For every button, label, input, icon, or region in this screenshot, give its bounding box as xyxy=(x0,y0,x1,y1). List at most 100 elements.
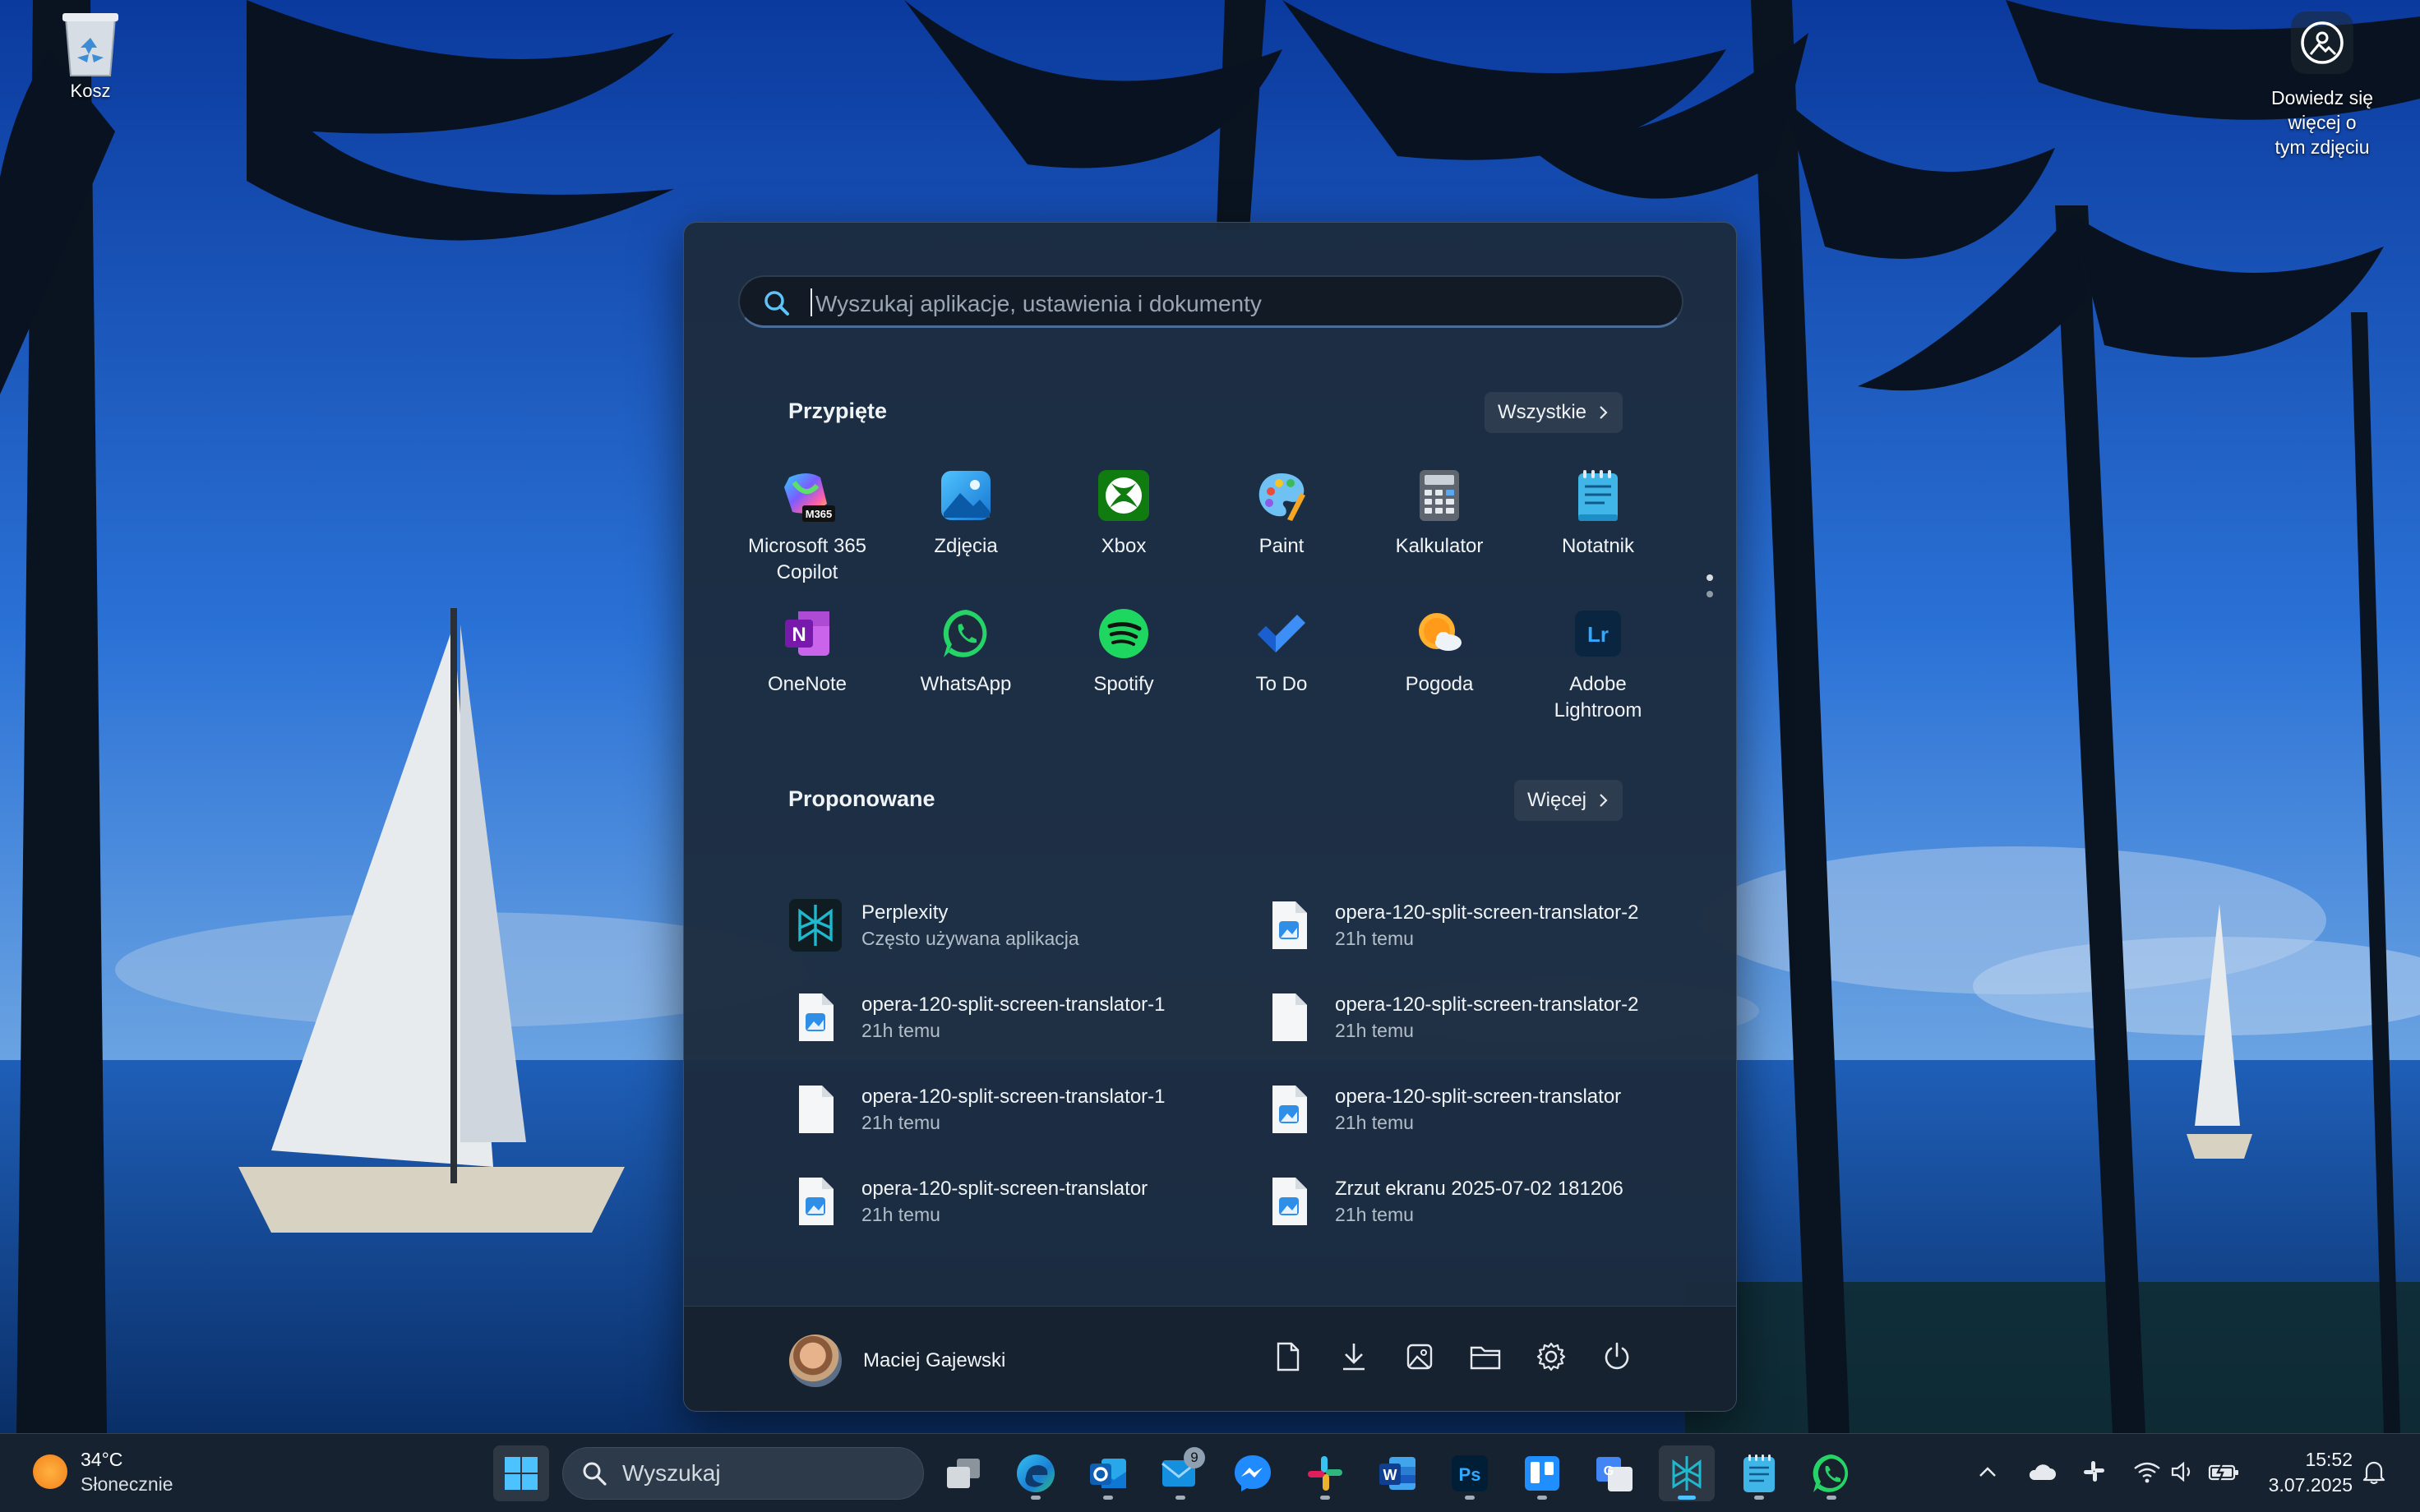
recommended-item[interactable]: opera-120-split-screen-translator-2 21h … xyxy=(1261,980,1721,1054)
app-onenote[interactable]: N OneNote xyxy=(733,604,881,698)
show-hidden-icons-chevron-up-icon[interactable] xyxy=(1970,1454,2006,1490)
taskbar-perplexity[interactable] xyxy=(1659,1445,1715,1501)
slack-icon xyxy=(1308,1456,1342,1491)
user-account-button[interactable]: Maciej Gajewski xyxy=(789,1335,1005,1387)
taskbar-edge[interactable] xyxy=(1008,1445,1064,1501)
blank-file-icon xyxy=(1261,989,1317,1045)
photos-icon xyxy=(936,466,995,525)
item-title: opera-120-split-screen-translator-2 xyxy=(1335,901,1639,924)
item-subtitle: 21h temu xyxy=(1335,1204,1414,1225)
svg-text:G: G xyxy=(1604,1464,1614,1478)
item-subtitle: 21h temu xyxy=(861,1112,940,1133)
photoshop-icon: Ps xyxy=(1452,1455,1488,1491)
whatsapp-icon xyxy=(1813,1454,1849,1492)
recycle-bin[interactable]: Kosz xyxy=(59,10,122,102)
text-caret xyxy=(811,288,812,316)
taskbar-photoshop[interactable]: Ps xyxy=(1442,1445,1498,1501)
taskbar-notepad[interactable] xyxy=(1731,1445,1787,1501)
app-label: WhatsApp xyxy=(920,673,1012,695)
app-lightroom[interactable]: Lr Adobe Lightroom xyxy=(1524,604,1672,724)
power-icon[interactable] xyxy=(1598,1338,1636,1376)
item-title: opera-120-split-screen-translator-1 xyxy=(861,993,1166,1016)
recommended-item[interactable]: opera-120-split-screen-translator 21h te… xyxy=(1261,1072,1721,1146)
taskbar-translator[interactable]: G xyxy=(1586,1445,1642,1501)
item-subtitle: Często używana aplikacja xyxy=(861,928,1079,949)
app-label-line2: Copilot xyxy=(776,561,838,583)
chevron-right-icon xyxy=(1600,406,1608,419)
app-notepad[interactable]: Notatnik xyxy=(1524,466,1672,560)
taskbar-messenger[interactable] xyxy=(1225,1445,1281,1501)
app-spotify[interactable]: Spotify xyxy=(1050,604,1198,698)
onedrive-cloud-icon[interactable] xyxy=(2024,1454,2060,1490)
taskbar-whatsapp[interactable] xyxy=(1803,1445,1859,1501)
svg-text:N: N xyxy=(792,624,806,646)
svg-text:Ps: Ps xyxy=(1459,1464,1481,1485)
app-label: Microsoft 365 xyxy=(747,535,867,557)
pictures-icon[interactable] xyxy=(1401,1338,1439,1376)
onenote-icon: N xyxy=(778,604,837,663)
clock[interactable]: 15:52 3.07.2025 xyxy=(2262,1447,2353,1498)
notification-bell-icon[interactable] xyxy=(2356,1454,2392,1490)
translate-icon: G xyxy=(1596,1457,1633,1491)
app-label: Spotify xyxy=(1093,673,1154,695)
app-whatsapp[interactable]: WhatsApp xyxy=(892,604,1040,698)
item-title: Perplexity xyxy=(861,901,949,924)
task-view-button[interactable] xyxy=(935,1445,991,1501)
app-microsoft-365-copilot[interactable]: M365 Microsoft 365 Copilot xyxy=(733,466,881,586)
page-dots[interactable] xyxy=(1706,574,1713,607)
recommended-item[interactable]: opera-120-split-screen-translator-2 21h … xyxy=(1261,888,1721,962)
volume-speaker-icon[interactable] xyxy=(2165,1454,2201,1490)
avatar xyxy=(789,1335,842,1387)
app-photos[interactable]: Zdjęcia xyxy=(892,466,1040,560)
photo-info-line1: Dowiedz się więcej o xyxy=(2271,87,2373,133)
recommended-item[interactable]: Perplexity Często używana aplikacja xyxy=(787,888,1248,962)
item-subtitle: 21h temu xyxy=(1335,1020,1414,1041)
recycle-bin-icon xyxy=(59,10,122,76)
search-placeholder: Wyszukaj aplikacje, ustawienia i dokumen… xyxy=(815,291,1262,316)
taskbar-search[interactable]: Wyszukaj xyxy=(562,1447,924,1500)
start-search-input[interactable]: Wyszukaj aplikacje, ustawienia i dokumen… xyxy=(738,275,1683,328)
taskbar: 34°C Słonecznie Wyszukaj 9 W Ps G 15:52 … xyxy=(0,1433,2420,1512)
recommended-item[interactable]: opera-120-split-screen-translator-1 21h … xyxy=(787,980,1248,1054)
recommended-title: Proponowane xyxy=(788,786,935,811)
learn-about-photo[interactable]: Dowiedz się więcej o tym zdjęciu xyxy=(2244,12,2400,159)
settings-gear-icon[interactable] xyxy=(1532,1338,1570,1376)
wifi-icon[interactable] xyxy=(2129,1454,2165,1490)
svg-text:Lr: Lr xyxy=(1587,622,1609,647)
taskbar-trello[interactable] xyxy=(1514,1445,1570,1501)
taskbar-mail[interactable]: 9 xyxy=(1152,1445,1208,1501)
more-button[interactable]: Więcej xyxy=(1514,780,1623,821)
taskbar-word[interactable]: W xyxy=(1369,1445,1425,1501)
recommended-item[interactable]: Zrzut ekranu 2025-07-02 181206 21h temu xyxy=(1261,1164,1721,1238)
slack-tray-icon[interactable] xyxy=(2076,1454,2113,1490)
taskbar-search-label: Wyszukaj xyxy=(622,1460,721,1486)
downloads-icon[interactable] xyxy=(1335,1338,1373,1376)
spotify-icon xyxy=(1094,604,1153,663)
image-file-icon xyxy=(1261,1081,1317,1137)
app-calculator[interactable]: Kalkulator xyxy=(1365,466,1513,560)
file-explorer-icon[interactable] xyxy=(1466,1338,1504,1376)
all-apps-button[interactable]: Wszystkie xyxy=(1485,392,1623,433)
weather-temp: 34°C xyxy=(81,1449,123,1470)
documents-icon[interactable] xyxy=(1269,1338,1307,1376)
item-subtitle: 21h temu xyxy=(861,1204,940,1225)
app-label: Pogoda xyxy=(1405,673,1474,695)
weather-icon xyxy=(1410,604,1469,663)
recommended-item[interactable]: opera-120-split-screen-translator 21h te… xyxy=(787,1164,1248,1238)
battery-charging-icon[interactable] xyxy=(2206,1454,2242,1490)
clock-date: 3.07.2025 xyxy=(2268,1474,2353,1496)
app-paint[interactable]: Paint xyxy=(1208,466,1355,560)
item-title: Zrzut ekranu 2025-07-02 181206 xyxy=(1335,1178,1623,1200)
recommended-item[interactable]: opera-120-split-screen-translator-1 21h … xyxy=(787,1072,1248,1146)
weather-widget[interactable]: 34°C Słonecznie xyxy=(33,1447,173,1496)
app-todo[interactable]: To Do xyxy=(1208,604,1355,698)
start-button[interactable] xyxy=(493,1445,549,1501)
taskbar-outlook[interactable] xyxy=(1080,1445,1136,1501)
recycle-bin-label: Kosz xyxy=(70,81,111,101)
perplexity-icon xyxy=(1672,1456,1702,1491)
app-label: Paint xyxy=(1258,535,1305,557)
app-xbox[interactable]: Xbox xyxy=(1050,466,1198,560)
taskbar-slack[interactable] xyxy=(1297,1445,1353,1501)
app-weather[interactable]: Pogoda xyxy=(1365,604,1513,698)
app-label: OneNote xyxy=(767,673,847,695)
